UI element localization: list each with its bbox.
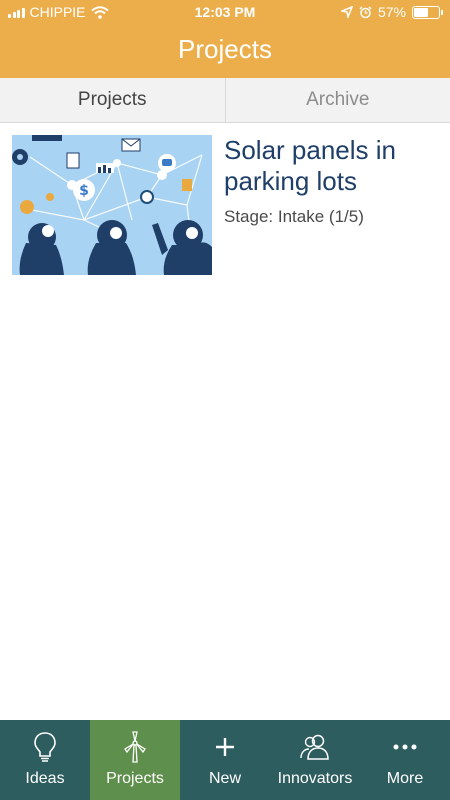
location-arrow-icon <box>340 6 353 18</box>
project-card[interactable]: $ Solar panels in parking lots Stage: In… <box>12 135 438 275</box>
tab-ideas[interactable]: Ideas <box>0 720 90 800</box>
tab-more[interactable]: More <box>360 720 450 800</box>
tab-label: Innovators <box>277 770 353 787</box>
tab-label: Ideas <box>25 770 65 787</box>
wind-turbine-icon <box>124 731 146 763</box>
tab-label: New <box>208 770 241 787</box>
lightbulb-icon <box>34 732 56 762</box>
segment-projects[interactable]: Projects <box>0 78 225 122</box>
app-header: CHIPPIE 12:03 PM 57% Projects <box>0 0 450 78</box>
tab-label: Projects <box>106 770 164 787</box>
project-thumbnail: $ <box>12 135 212 275</box>
alarm-icon <box>359 5 372 18</box>
plus-icon <box>216 738 234 756</box>
people-icon <box>300 734 329 760</box>
tab-bar: Ideas Projects New Innovators More <box>0 720 450 800</box>
segment-archive[interactable]: Archive <box>224 78 450 122</box>
ellipsis-icon <box>393 744 417 750</box>
status-bar: CHIPPIE 12:03 PM 57% <box>0 0 450 24</box>
tab-label: More <box>386 770 424 787</box>
tab-new[interactable]: New <box>180 720 270 800</box>
svg-text:$: $ <box>79 183 89 199</box>
page-title: Projects <box>178 34 272 64</box>
tab-innovators[interactable]: Innovators <box>270 720 360 800</box>
battery-icon <box>412 5 443 19</box>
project-stage: Stage: Intake (1/5) <box>224 207 364 226</box>
tab-projects[interactable]: Projects <box>90 720 180 800</box>
battery-percent: 57% <box>377 4 406 20</box>
segmented-control: Projects Archive <box>0 78 450 123</box>
project-title[interactable]: Solar panels in parking lots <box>224 135 438 197</box>
